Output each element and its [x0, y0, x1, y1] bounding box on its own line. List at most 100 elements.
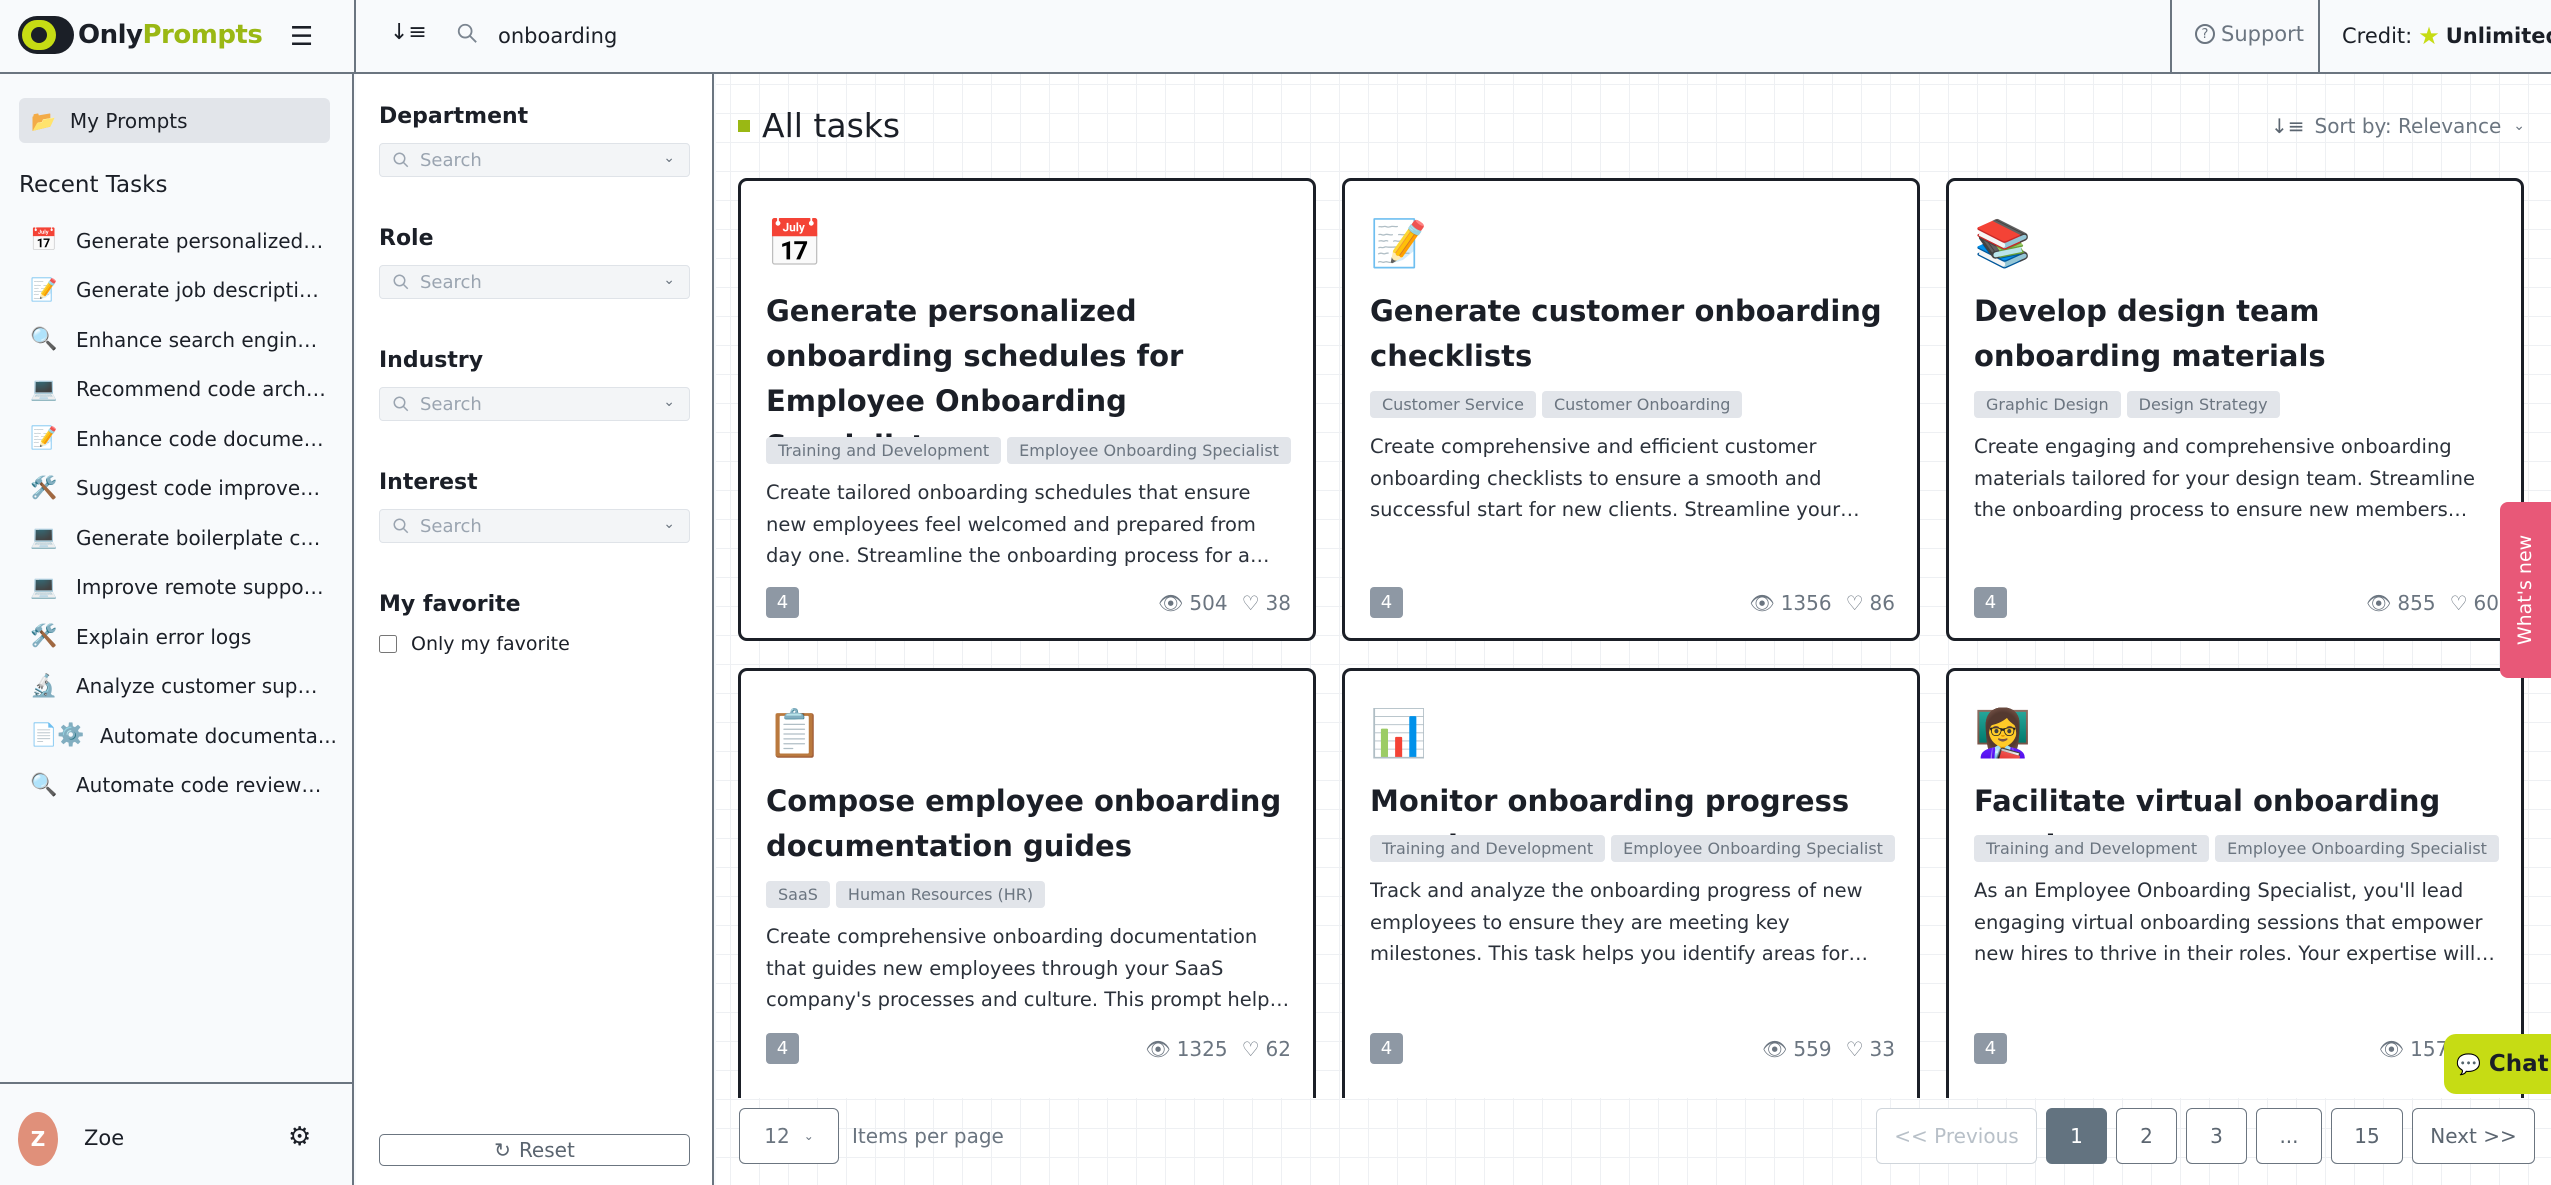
whats-new-tab[interactable]: What's new	[2500, 502, 2551, 678]
help-circle-icon: ?	[2195, 24, 2215, 44]
card-count-badge: 4	[1974, 587, 2007, 618]
tag[interactable]: Customer Onboarding	[1541, 391, 1743, 418]
tag[interactable]: Training and Development	[1370, 835, 1606, 862]
support-label: Support	[2221, 22, 2305, 46]
task-card[interactable]: 📚 Develop design team onboarding materia…	[1946, 178, 2524, 641]
brand-name-part1: Only	[78, 20, 143, 50]
tag[interactable]: Human Resources (HR)	[835, 881, 1046, 908]
support-link[interactable]: ? Support	[2195, 22, 2304, 46]
sort-dropdown[interactable]: ↓≡ Sort by: Relevance ⌄	[2271, 114, 2525, 138]
select-placeholder: Search	[420, 393, 482, 415]
task-card[interactable]: 📅 Generate personalized onboarding sched…	[738, 178, 1316, 641]
per-page-value: 12	[764, 1124, 790, 1148]
like-count: 62	[1265, 1037, 1291, 1061]
page-button-3[interactable]: 3	[2186, 1108, 2247, 1164]
recent-task-item[interactable]: 🔬 Analyze customer suppor...	[30, 662, 340, 712]
card-tags: Training and Development Employee Onboar…	[1370, 835, 1895, 862]
page-button-2[interactable]: 2	[2116, 1108, 2177, 1164]
card-description: Create comprehensive onboarding document…	[766, 925, 1280, 1011]
page-button-1[interactable]: 1	[2046, 1108, 2107, 1164]
recent-task-item[interactable]: 💻 Generate boilerplate co...	[30, 513, 340, 563]
recent-task-item[interactable]: 🔍 Enhance search engine ...	[30, 315, 340, 365]
filter-label: My favorite	[379, 592, 521, 617]
previous-page-button[interactable]: << Previous	[1876, 1108, 2037, 1164]
recent-task-item[interactable]: 💻 Improve remote support...	[30, 563, 340, 613]
pagination: << Previous 1 2 3 ... 15 Next >>	[1876, 1108, 2535, 1164]
only-my-favorite-row[interactable]: Only my favorite	[379, 633, 690, 655]
recent-task-item[interactable]: 💻 Recommend code archit...	[30, 365, 340, 415]
tag[interactable]: Training and Development	[766, 437, 1002, 464]
star-icon: ★	[2418, 22, 2440, 50]
tag[interactable]: Employee Onboarding Specialist	[2215, 835, 2499, 862]
tag[interactable]: Employee Onboarding Specialist	[1611, 835, 1895, 862]
bar-chart-icon: 📊	[1370, 706, 1428, 760]
tag[interactable]: Graphic Design	[1974, 391, 2121, 418]
view-count: 559	[1793, 1037, 1832, 1061]
card-stats: 👁 1325 ♡ 62	[1145, 1037, 1291, 1061]
recent-task-item[interactable]: 📝 Generate job description...	[30, 266, 340, 316]
tag[interactable]: SaaS	[766, 881, 830, 908]
task-card[interactable]: 📝 Generate customer onboarding checklist…	[1342, 178, 1920, 641]
sort-descending-icon: ↓≡	[2270, 114, 2305, 138]
tag[interactable]: Design Strategy	[2126, 391, 2280, 418]
search-icon	[393, 274, 409, 290]
tag[interactable]: Training and Development	[1974, 835, 2210, 862]
card-stats: 👁 1356 ♡ 86	[1749, 591, 1895, 615]
select-placeholder: Search	[420, 149, 482, 171]
memo-icon: 📝	[1370, 216, 1428, 270]
next-page-button[interactable]: Next >>	[2412, 1108, 2535, 1164]
brand-logo[interactable]: OnlyPrompts	[18, 16, 263, 54]
tag[interactable]: Employee Onboarding Specialist	[1007, 437, 1291, 464]
card-count-badge: 4	[1370, 1033, 1403, 1064]
toggle-logo-icon	[18, 16, 74, 54]
search-input[interactable]	[498, 18, 1098, 54]
task-card[interactable]: 📊 Monitor onboarding progress metrics Tr…	[1342, 668, 1920, 1098]
heart-icon[interactable]: ♡	[2450, 591, 2468, 615]
search-icon	[393, 152, 409, 168]
heart-icon[interactable]: ♡	[1846, 1037, 1864, 1061]
recent-task-label: Recommend code archit...	[76, 377, 326, 402]
recent-task-item[interactable]: 🛠️ Explain error logs	[30, 612, 340, 662]
heart-icon[interactable]: ♡	[1242, 1037, 1260, 1061]
industry-select[interactable]: Search ⌄	[379, 387, 690, 421]
sort-descending-icon[interactable]: ↓≡	[390, 20, 427, 45]
avatar[interactable]: Z	[18, 1112, 58, 1166]
heart-icon[interactable]: ♡	[1242, 591, 1260, 615]
filter-role: Role Search ⌄	[379, 226, 690, 299]
task-card[interactable]: 📋 Compose employee onboarding documentat…	[738, 668, 1316, 1098]
reset-button[interactable]: ↻ Reset	[379, 1134, 690, 1166]
items-per-page-select[interactable]: 12 ⌄	[739, 1108, 839, 1164]
card-description: Track and analyze the onboarding progres…	[1370, 879, 1863, 965]
recent-task-item[interactable]: 📄⚙️ Automate documenta...	[30, 711, 340, 761]
items-per-page-label: Items per page	[852, 1124, 1004, 1148]
only-my-favorite-checkbox[interactable]	[379, 635, 397, 653]
tag[interactable]: Customer Service	[1370, 391, 1536, 418]
recent-task-item[interactable]: 📅 Generate personalized o...	[30, 216, 340, 266]
card-description: Create comprehensive and efficient custo…	[1370, 435, 1841, 521]
sidebar-item-my-prompts[interactable]: 📂 My Prompts	[19, 98, 330, 143]
gear-icon[interactable]: ⚙	[288, 1122, 311, 1152]
whats-new-label: What's new	[2514, 534, 2537, 646]
clipboard-icon: 📋	[766, 706, 824, 760]
interest-select[interactable]: Search ⌄	[379, 509, 690, 543]
view-count: 1325	[1176, 1037, 1228, 1061]
department-select[interactable]: Search ⌄	[379, 143, 690, 177]
laptop-icon: 💻	[30, 525, 58, 551]
task-card[interactable]: 👩‍🏫 Facilitate virtual onboarding sessio…	[1946, 668, 2524, 1098]
hamburger-icon[interactable]: ☰	[290, 22, 313, 52]
role-select[interactable]: Search ⌄	[379, 265, 690, 299]
recent-task-item[interactable]: 🛠️ Suggest code improvem...	[30, 464, 340, 514]
recent-task-label: Analyze customer suppor...	[76, 674, 326, 699]
sidebar: 📂 My Prompts Recent Tasks 📅 Generate pers…	[0, 74, 354, 1185]
chat-button[interactable]: 💬 Chat	[2444, 1034, 2551, 1094]
recent-task-label: Improve remote support...	[76, 575, 326, 600]
view-count: 504	[1189, 591, 1228, 615]
recent-task-item[interactable]: 🔍 Automate code review pr...	[30, 761, 340, 811]
page-ellipsis[interactable]: ...	[2256, 1108, 2322, 1164]
recent-task-label: Enhance search engine ...	[76, 327, 326, 352]
filter-label: Industry	[379, 348, 484, 373]
page-button-15[interactable]: 15	[2331, 1108, 2403, 1164]
heart-icon[interactable]: ♡	[1846, 591, 1864, 615]
recent-task-item[interactable]: 📝 Enhance code document...	[30, 414, 340, 464]
calendar-icon: 📅	[30, 228, 58, 254]
